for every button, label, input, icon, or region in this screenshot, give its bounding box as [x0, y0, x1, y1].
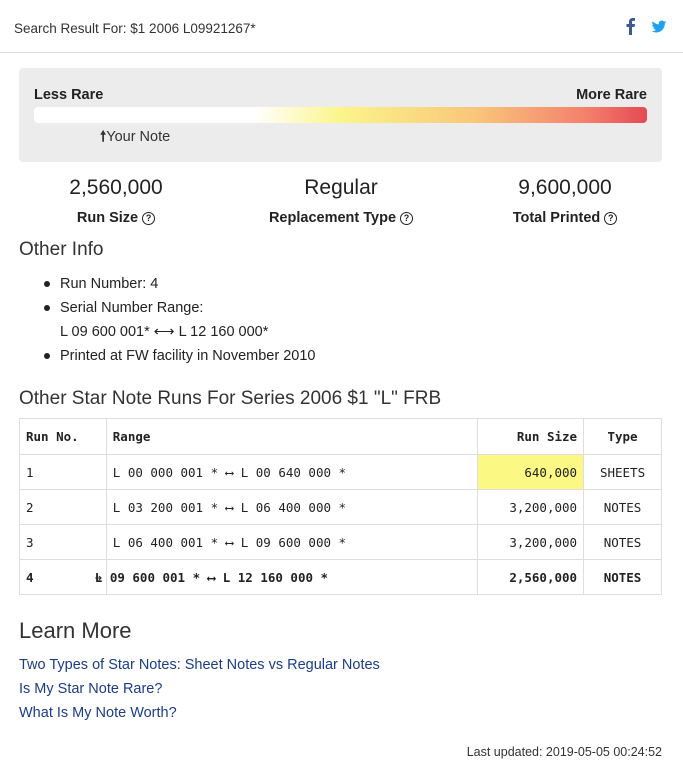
top-bar: Search Result For: $1 2006 L09921267*: [0, 0, 683, 53]
total-printed-label: Total Printed: [512, 210, 601, 226]
search-result-label: Search Result For: $1 2006 L09921267*: [14, 21, 256, 36]
range-cell: ➔L 09 600 001 * ⟷ L 12 160 000 *: [95, 559, 479, 595]
type-cell: NOTES: [583, 559, 662, 595]
your-note-marker: 🠕Your Note: [100, 126, 170, 151]
run-size-cell: 2,560,000: [477, 559, 585, 595]
range-text: L 09 600 001 * ⟷ L 12 160 000 *: [94, 569, 329, 585]
column-header-type: Type: [583, 418, 662, 455]
serial-range-item: Serial Number Range: L 09 600 001* ⟷ L 1…: [43, 296, 315, 344]
serial-range-label: Serial Number Range:: [60, 300, 204, 316]
type-cell: NOTES: [583, 524, 662, 560]
total-printed-value: 9,600,000: [518, 176, 612, 199]
less-rare-label: Less Rare: [34, 87, 104, 103]
type-cell: SHEETS: [583, 454, 662, 490]
help-icon[interactable]: ?: [400, 212, 414, 225]
link-is-star-note-rare[interactable]: Is My Star Note Rare?: [19, 677, 380, 701]
table-header-row: Run No. Range Run Size Type: [19, 418, 662, 455]
replacement-type-label: Replacement Type: [268, 210, 397, 226]
stat-run-size: 2,560,000 Run Size ?: [9, 174, 223, 226]
rarity-scale: Less Rare More Rare 🠕Your Note: [19, 68, 662, 162]
other-info-list: Run Number: 4 Serial Number Range: L 09 …: [43, 272, 315, 368]
rarity-gradient-bar: [34, 107, 647, 123]
run-size-cell: 640,000: [477, 454, 585, 490]
printed-at-item: Printed at FW facility in November 2010: [43, 344, 315, 368]
run-number-cell: 4: [19, 559, 107, 595]
link-star-note-types[interactable]: Two Types of Star Notes: Sheet Notes vs …: [19, 653, 380, 677]
learn-more-links: Two Types of Star Notes: Sheet Notes vs …: [19, 653, 380, 725]
stat-replacement-type: Regular Replacement Type ?: [234, 174, 448, 226]
range-cell: L 06 400 001 * ⟷ L 09 600 000 *: [105, 524, 479, 560]
your-note-label: Your Note: [106, 129, 171, 145]
run-size-cell: 3,200,000: [477, 489, 585, 525]
table-row: 1 L 00 000 001 * ⟷ L 00 640 000 * 640,00…: [19, 454, 662, 490]
learn-more-heading: Learn More: [19, 618, 132, 643]
table-row: 2 L 03 200 001 * ⟷ L 06 400 000 * 3,200,…: [19, 489, 662, 525]
table-row: 3 L 06 400 001 * ⟷ L 09 600 000 * 3,200,…: [19, 524, 662, 560]
runs-table: Run No. Range Run Size Type 1 L 00 000 0…: [19, 418, 662, 595]
other-runs-heading: Other Star Note Runs For Series 2006 $1 …: [19, 388, 442, 409]
replacement-type-value: Regular: [304, 176, 378, 199]
other-info-heading: Other Info: [19, 239, 104, 260]
column-header-run-no: Run No.: [19, 418, 107, 455]
help-icon[interactable]: ?: [142, 212, 156, 225]
run-size-label: Run Size: [76, 210, 139, 226]
facebook-icon[interactable]: [624, 17, 636, 40]
serial-range-value: L 09 600 001* ⟷ L 12 160 000*: [60, 324, 269, 340]
twitter-icon[interactable]: [651, 17, 667, 40]
stat-total-printed: 9,600,000 Total Printed ?: [458, 174, 672, 226]
run-number-cell: 3: [19, 524, 107, 560]
link-note-worth[interactable]: What Is My Note Worth?: [19, 701, 380, 725]
run-number-cell: 2: [19, 489, 107, 525]
range-cell: L 00 000 001 * ⟷ L 00 640 000 *: [105, 454, 479, 490]
run-size-value: 2,560,000: [69, 176, 163, 199]
column-header-run-size: Run Size: [477, 418, 585, 455]
help-icon[interactable]: ?: [604, 212, 618, 225]
column-header-range: Range: [105, 418, 479, 455]
type-cell: NOTES: [583, 489, 662, 525]
table-row-current: 4 ➔L 09 600 001 * ⟷ L 12 160 000 * 2,560…: [19, 559, 662, 595]
run-size-cell: 3,200,000: [477, 524, 585, 560]
last-updated: Last updated: 2019-05-05 00:24:52: [466, 745, 662, 759]
range-cell: L 03 200 001 * ⟷ L 06 400 000 *: [105, 489, 479, 525]
run-number-cell: 1: [19, 454, 107, 490]
run-number-item: Run Number: 4: [43, 272, 315, 296]
more-rare-label: More Rare: [576, 87, 647, 103]
